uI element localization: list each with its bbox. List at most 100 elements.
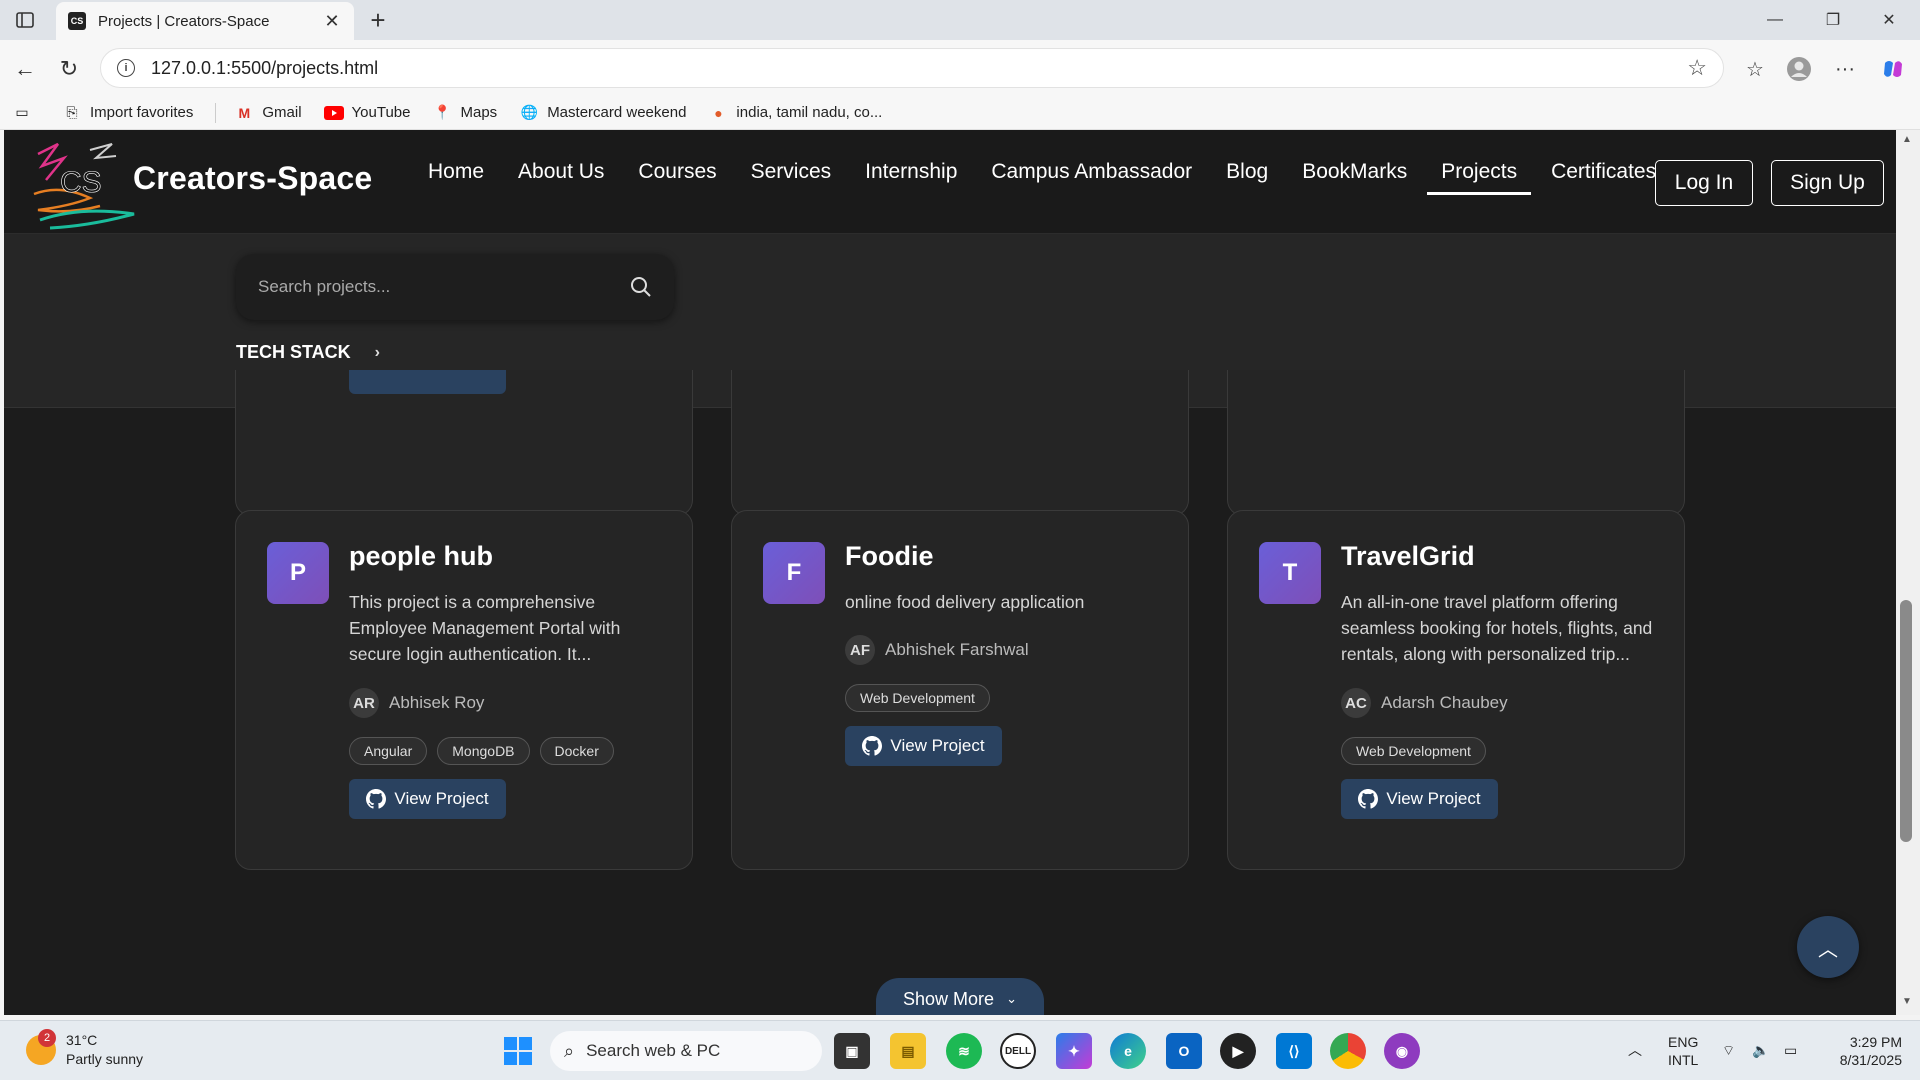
profile-avatar[interactable] — [1784, 54, 1814, 84]
weather-widget[interactable]: 2 31°C Partly sunny — [26, 1029, 143, 1069]
site-logo[interactable]: CS — [30, 136, 140, 232]
tech-tag[interactable]: Docker — [539, 737, 614, 765]
nav-about-us[interactable]: About Us — [518, 160, 604, 195]
search-input[interactable] — [258, 277, 630, 297]
tech-stack-toggle[interactable]: TECH STACK › — [236, 342, 380, 363]
author-avatar: AC — [1341, 688, 1371, 718]
globe-icon: 🌐 — [520, 104, 538, 120]
refresh-button[interactable]: ↻ — [54, 54, 84, 84]
favorites-icon[interactable]: ☆ — [1740, 54, 1770, 84]
more-menu-icon[interactable]: ··· — [1830, 54, 1860, 84]
scroll-to-top-button[interactable]: ︿ — [1797, 916, 1859, 978]
bookmark-gmail[interactable]: M Gmail — [234, 104, 302, 122]
clock[interactable]: 3:29 PM 8/31/2025 — [1822, 1033, 1902, 1069]
browser-tab-active[interactable]: CS Projects | Creators-Space ✕ — [56, 2, 354, 40]
project-avatar: F — [763, 542, 825, 604]
signup-button[interactable]: Sign Up — [1771, 160, 1884, 206]
new-tab-button[interactable]: + — [364, 5, 392, 35]
author-name: Adarsh Chaubey — [1381, 693, 1508, 712]
project-title: Foodie — [845, 541, 934, 571]
bookmark-india[interactable]: ● india, tamil nadu, co... — [708, 104, 882, 122]
edge-icon[interactable]: e — [1110, 1033, 1146, 1069]
address-bar[interactable]: i 127.0.0.1:5500/projects.html ☆ — [100, 48, 1724, 88]
project-author: AF Abhishek Farshwal — [845, 635, 1029, 665]
tech-tag[interactable]: Web Development — [1341, 737, 1486, 765]
flame-icon: ● — [714, 104, 723, 121]
view-project-button[interactable]: View Project — [1341, 779, 1498, 819]
page-scrollbar[interactable] — [1896, 130, 1920, 1015]
media-player-icon[interactable]: ▶ — [1220, 1033, 1256, 1069]
favorite-star-icon[interactable]: ☆ — [1687, 55, 1707, 81]
task-view-icon[interactable]: ▣ — [834, 1033, 870, 1069]
reading-view-icon[interactable]: ▭ — [12, 104, 40, 122]
restore-button[interactable]: ❐ — [1810, 6, 1856, 34]
github-icon — [862, 736, 883, 756]
youtube-icon — [323, 104, 344, 122]
nav-services[interactable]: Services — [751, 160, 832, 195]
battery-icon[interactable]: ▭ — [1784, 1041, 1797, 1059]
scroll-down-arrow-icon[interactable]: ▼ — [1900, 996, 1914, 1010]
chevron-down-icon: ⌄ — [1006, 991, 1017, 1006]
project-avatar: T — [1259, 542, 1321, 604]
project-author: AC Adarsh Chaubey — [1341, 688, 1508, 718]
copilot-icon[interactable] — [1878, 54, 1908, 84]
chrome-icon[interactable] — [1330, 1033, 1366, 1069]
language-indicator[interactable]: ENG INTL — [1668, 1033, 1698, 1069]
nav-courses[interactable]: Courses — [638, 160, 716, 195]
brand-name[interactable]: Creators-Space — [133, 160, 372, 197]
notification-badge: 2 — [38, 1029, 56, 1047]
bookmark-import[interactable]: ⎘ Import favorites — [62, 104, 193, 122]
nav-internship[interactable]: Internship — [865, 160, 957, 195]
search-icon[interactable] — [630, 276, 652, 298]
login-button[interactable]: Log In — [1655, 160, 1753, 206]
tech-tags: Web Development — [845, 684, 1000, 712]
view-project-button-partial[interactable] — [349, 370, 506, 394]
taskbar-search[interactable]: ⌕ Search web & PC — [550, 1031, 822, 1071]
nav-projects[interactable]: Projects — [1427, 160, 1532, 195]
view-project-button[interactable]: View Project — [349, 779, 506, 819]
outlook-icon[interactable]: O — [1166, 1033, 1202, 1069]
nav-certificates[interactable]: Certificates — [1551, 160, 1656, 195]
nav-bookmarks[interactable]: BookMarks — [1302, 160, 1407, 195]
tech-tag[interactable]: Angular — [349, 737, 428, 765]
scrollbar-thumb[interactable] — [1900, 600, 1912, 842]
svg-text:CS: CS — [60, 166, 102, 199]
spotify-icon[interactable]: ≋ — [946, 1033, 982, 1069]
tech-tag[interactable]: MongoDB — [437, 737, 530, 765]
nav-campus-ambassador[interactable]: Campus Ambassador — [991, 160, 1192, 195]
nav-home[interactable]: Home — [428, 160, 484, 195]
site-info-icon[interactable]: i — [117, 59, 135, 77]
view-project-button[interactable]: View Project — [845, 726, 1002, 766]
show-more-button[interactable]: Show More ⌄ — [876, 978, 1044, 1015]
vscode-icon[interactable]: ⟨⟩ — [1276, 1033, 1312, 1069]
close-window-button[interactable]: ✕ — [1866, 6, 1912, 34]
nav-blog[interactable]: Blog — [1226, 160, 1268, 195]
weather-sun-icon: 2 — [26, 1029, 56, 1065]
project-card-partial — [235, 370, 693, 516]
windows-start-icon[interactable] — [500, 1033, 536, 1069]
tray-overflow-icon[interactable]: ︿ — [1628, 1041, 1642, 1059]
volume-icon[interactable]: 🔈 — [1752, 1041, 1769, 1059]
weather-temp: 31°C — [66, 1032, 98, 1048]
tab-close-icon[interactable]: ✕ — [322, 11, 342, 32]
file-explorer-icon[interactable]: ▤ — [890, 1033, 926, 1069]
dell-icon[interactable]: DELL — [1000, 1033, 1036, 1069]
bookmarks-bar: ▭ ⎘ Import favorites M Gmail YouTube 📍 Maps… — [0, 96, 1920, 130]
tech-tag[interactable]: Web Development — [845, 684, 990, 712]
chevron-up-icon: ︿ — [1818, 938, 1838, 961]
maps-pin-icon: 📍 — [433, 104, 452, 120]
project-description: online food delivery application — [845, 592, 1085, 612]
tab-actions-icon[interactable] — [12, 8, 38, 32]
bookmark-mastercard[interactable]: 🌐 Mastercard weekend — [519, 104, 686, 122]
scroll-up-arrow-icon[interactable]: ▲ — [1900, 134, 1914, 148]
wifi-icon[interactable]: ⌔ — [1722, 1041, 1735, 1059]
bookmark-youtube[interactable]: YouTube — [323, 104, 411, 122]
bookmark-maps[interactable]: 📍 Maps — [433, 104, 497, 122]
browser-toolbar: ← ↻ i 127.0.0.1:5500/projects.html ☆ ☆ ·… — [0, 40, 1920, 96]
bookmark-separator — [215, 102, 217, 123]
back-button[interactable]: ← — [10, 54, 40, 84]
copilot-app-icon[interactable]: ✦ — [1056, 1033, 1092, 1069]
github-desktop-icon[interactable]: ◉ — [1384, 1033, 1420, 1069]
minimize-button[interactable]: — — [1752, 6, 1798, 34]
github-icon — [366, 789, 387, 809]
